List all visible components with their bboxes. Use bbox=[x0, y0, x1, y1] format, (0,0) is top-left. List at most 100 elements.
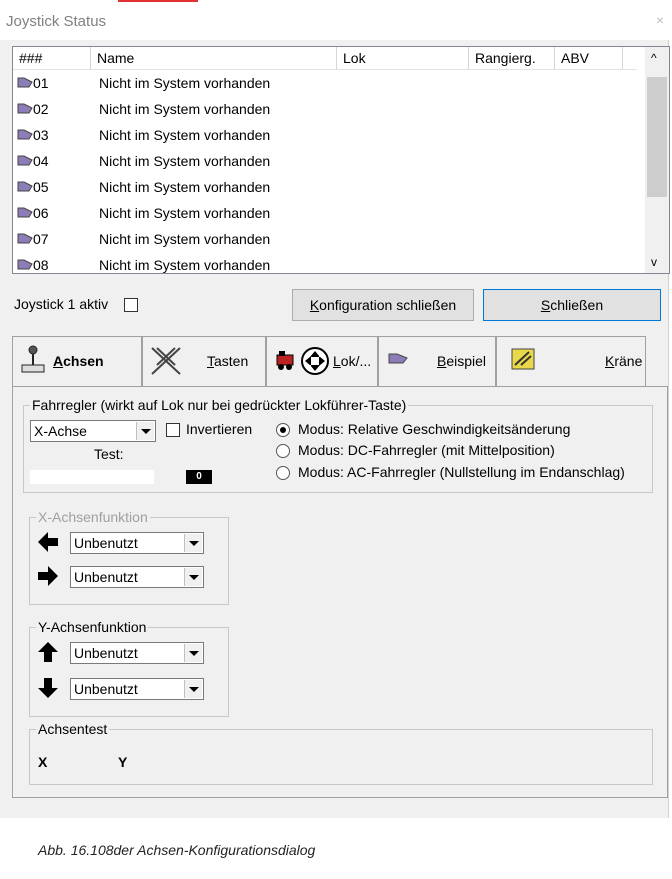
tab-achsen[interactable]: Achsen bbox=[12, 336, 142, 388]
list-item-name: Nicht im System vorhanden bbox=[99, 179, 271, 195]
column-header-lok[interactable]: Lok bbox=[337, 47, 469, 69]
fahrregler-group: Fahrregler (wirkt auf Lok nur bei gedrüc… bbox=[23, 397, 653, 493]
axis-test-group: Achsentest X Y bbox=[29, 721, 653, 785]
y-up-select-value: Unbenutzt bbox=[74, 645, 138, 661]
joystick-list[interactable]: ### Name Lok Rangierg. ABV 01 Nicht im Sy… bbox=[12, 46, 670, 274]
list-item[interactable]: 01 Nicht im System vorhanden bbox=[13, 71, 637, 97]
joystick-small-icon bbox=[17, 181, 33, 192]
joystick-small-icon bbox=[388, 353, 408, 364]
close-configuration-button[interactable]: Konfiguration schließen bbox=[292, 289, 474, 321]
y-down-select[interactable]: Unbenutzt bbox=[70, 678, 204, 700]
mode-ac-radio[interactable] bbox=[276, 466, 290, 480]
list-item-name: Nicht im System vorhanden bbox=[99, 231, 271, 247]
axis-test-group-label: Achsentest bbox=[36, 721, 110, 737]
joystick-active-label: Joystick 1 aktiv bbox=[14, 296, 109, 312]
arrow-right-icon bbox=[38, 566, 58, 586]
x-function-group-label: X-Achsenfunktion bbox=[36, 509, 150, 525]
list-item-number: 05 bbox=[33, 179, 49, 195]
joystick-active-checkbox[interactable] bbox=[124, 298, 138, 312]
joystick-icon bbox=[21, 345, 45, 373]
y-function-group-label: Y-Achsenfunktion bbox=[36, 619, 149, 635]
fahrregler-group-label: Fahrregler (wirkt auf Lok nur bei gedrüc… bbox=[30, 397, 409, 413]
axis-select[interactable]: X-Achse bbox=[30, 420, 156, 442]
invert-label: Invertieren bbox=[186, 421, 253, 437]
joystick-small-icon bbox=[17, 103, 33, 114]
y-down-select-value: Unbenutzt bbox=[74, 681, 138, 697]
joystick-status-window: Joystick Status × ### Name Lok Rangierg.… bbox=[0, 0, 672, 818]
chevron-down-icon[interactable] bbox=[184, 680, 202, 698]
x-right-select-value: Unbenutzt bbox=[74, 569, 138, 585]
axis-test-y: Y bbox=[118, 754, 128, 770]
tab-tasten-mnemonic: T bbox=[207, 353, 214, 369]
test-progress-bar bbox=[30, 470, 154, 484]
close-button[interactable]: Schließen bbox=[483, 289, 661, 321]
list-item-name: Nicht im System vorhanden bbox=[99, 205, 271, 221]
list-item-number: 08 bbox=[33, 257, 49, 273]
tab-lok[interactable]: Lok/... bbox=[266, 336, 378, 386]
joystick-small-icon bbox=[17, 259, 33, 270]
chevron-down-icon[interactable] bbox=[136, 422, 154, 440]
column-header-number[interactable]: ### bbox=[13, 47, 91, 69]
joystick-small-icon bbox=[17, 233, 33, 244]
column-header-abv[interactable]: ABV bbox=[555, 47, 623, 69]
scroll-up-icon[interactable]: ^ bbox=[651, 51, 657, 65]
close-mnemonic: S bbox=[540, 297, 551, 313]
axis-test-x: X bbox=[38, 754, 48, 770]
column-header-rangierg[interactable]: Rangierg. bbox=[469, 47, 555, 69]
tab-lok-mnemonic: L bbox=[333, 353, 341, 369]
title-bar: Joystick Status × bbox=[0, 0, 672, 40]
scroll-down-icon[interactable]: v bbox=[651, 255, 657, 269]
mode-relative-radio[interactable] bbox=[276, 423, 290, 437]
chevron-down-icon[interactable] bbox=[184, 534, 202, 552]
list-header: ### Name Lok Rangierg. ABV bbox=[13, 47, 637, 70]
close-icon[interactable]: × bbox=[656, 12, 664, 28]
tab-kraene[interactable]: Kräne bbox=[496, 336, 646, 386]
crane-icon bbox=[511, 348, 535, 370]
list-item[interactable]: 05 Nicht im System vorhanden bbox=[13, 175, 637, 201]
tab-tasten-label: asten bbox=[214, 353, 249, 369]
list-item-number: 04 bbox=[33, 153, 49, 169]
list-item-number: 06 bbox=[33, 205, 49, 221]
close-label: chließen bbox=[550, 297, 604, 313]
mode-relative-label: Modus: Relative Geschwindigkeitsänderung bbox=[298, 421, 571, 437]
list-item[interactable]: 08 Nicht im System vorhanden bbox=[13, 253, 637, 273]
list-item[interactable]: 03 Nicht im System vorhanden bbox=[13, 123, 637, 149]
list-item[interactable]: 04 Nicht im System vorhanden bbox=[13, 149, 637, 175]
invert-checkbox[interactable] bbox=[166, 423, 180, 437]
list-item-number: 02 bbox=[33, 101, 49, 117]
tab-bar: Achsen Tasten Lok/... Beispiel Kräne bbox=[12, 336, 668, 388]
column-header-name[interactable]: Name bbox=[91, 47, 337, 69]
title-decoration bbox=[118, 0, 198, 2]
list-item[interactable]: 07 Nicht im System vorhanden bbox=[13, 227, 637, 253]
axis-select-value: X-Achse bbox=[34, 423, 87, 439]
x-right-select[interactable]: Unbenutzt bbox=[70, 566, 204, 588]
tab-achsen-label: chsen bbox=[63, 353, 104, 369]
window-title: Joystick Status bbox=[6, 13, 107, 30]
tab-kraene-label: räne bbox=[614, 353, 643, 369]
figure-caption: Abb. 16.108der Achsen-Konfigurationsdial… bbox=[38, 842, 316, 858]
chevron-down-icon[interactable] bbox=[184, 644, 202, 662]
joystick-small-icon bbox=[17, 207, 33, 218]
list-scrollbar[interactable]: ^ v bbox=[645, 47, 669, 273]
close-configuration-label: onfiguration schließen bbox=[319, 297, 457, 313]
tab-tasten[interactable]: Tasten bbox=[142, 336, 266, 386]
tab-beispiel[interactable]: Beispiel bbox=[378, 336, 496, 386]
list-item[interactable]: 06 Nicht im System vorhanden bbox=[13, 201, 637, 227]
tab-kraene-mnemonic: K bbox=[605, 353, 615, 369]
arrow-up-icon bbox=[38, 642, 58, 662]
list-item-name: Nicht im System vorhanden bbox=[99, 257, 271, 273]
scroll-thumb[interactable] bbox=[647, 77, 667, 197]
x-left-select[interactable]: Unbenutzt bbox=[70, 532, 204, 554]
list-item-name: Nicht im System vorhanden bbox=[99, 153, 271, 169]
joystick-small-icon bbox=[17, 77, 33, 88]
mode-dc-label: Modus: DC-Fahrregler (mit Mittelposition… bbox=[298, 442, 555, 458]
mode-dc-radio[interactable] bbox=[276, 444, 290, 458]
tab-beispiel-label: eispiel bbox=[446, 353, 487, 369]
arrow-down-icon bbox=[38, 678, 58, 698]
y-up-select[interactable]: Unbenutzt bbox=[70, 642, 204, 664]
list-item[interactable]: 02 Nicht im System vorhanden bbox=[13, 97, 637, 123]
chevron-down-icon[interactable] bbox=[184, 568, 202, 586]
list-item-number: 07 bbox=[33, 231, 49, 247]
tab-beispiel-mnemonic: B bbox=[437, 353, 447, 369]
test-value: 0 bbox=[186, 470, 212, 484]
